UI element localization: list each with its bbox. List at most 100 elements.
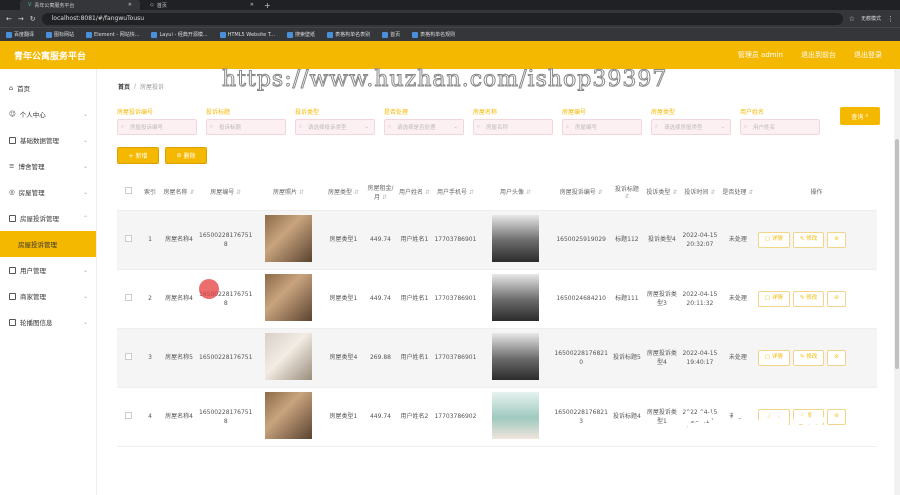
table-cell: 房屋名称4 bbox=[161, 387, 197, 447]
browser-tab[interactable]: ◇ 首页 ✕ bbox=[142, 0, 262, 10]
table-cell: 17703786901 bbox=[432, 269, 479, 329]
filter-input[interactable]: ⌕ 房屋名称 bbox=[473, 119, 553, 135]
app-header: 青年公寓服务平台 管理员 admin 退出到前台 退出登录 bbox=[0, 41, 900, 69]
filter-input[interactable]: ⌕ 投诉标题 bbox=[206, 119, 286, 135]
sidebar-item-house[interactable]: ◎ 房屋管理 ⌄ bbox=[0, 179, 96, 205]
table-cell: 449.74 bbox=[364, 387, 397, 447]
house-photo bbox=[254, 328, 323, 388]
column-header[interactable]: 是否处理 ⇵ bbox=[719, 174, 756, 211]
delete-button[interactable]: ⊘ 删除 bbox=[165, 147, 207, 164]
breadcrumb-home[interactable]: 首页 bbox=[118, 82, 130, 91]
detail-button[interactable]: ▢ 详情 bbox=[757, 290, 790, 307]
bookmark-item[interactable]: 表格构单名表别 bbox=[327, 31, 370, 38]
logout-link[interactable]: 退出登录 bbox=[854, 50, 882, 60]
bookmark-item[interactable]: 搜索壁纸 bbox=[287, 31, 315, 38]
filter-input[interactable]: ⌕ 请选择房屋类型 ⌄ bbox=[651, 119, 731, 135]
exit-to-front-link[interactable]: 退出到前台 bbox=[801, 50, 836, 60]
bookmark-item[interactable]: Element - 网站快... bbox=[86, 31, 139, 38]
delete-row-button[interactable]: ⊘ bbox=[827, 408, 846, 425]
row-checkbox[interactable] bbox=[117, 269, 139, 329]
table-cell: 1650025919029 bbox=[552, 210, 610, 270]
search-icon: ⌕ bbox=[655, 123, 659, 130]
row-checkbox[interactable] bbox=[117, 328, 139, 388]
column-header[interactable]: 投诉时间 ⇵ bbox=[679, 174, 720, 211]
row-checkbox[interactable] bbox=[117, 210, 139, 270]
delete-row-button[interactable]: ⊘ bbox=[827, 349, 846, 366]
column-header[interactable]: 房屋类型 ⇵ bbox=[322, 174, 365, 211]
building-icon: ◎ bbox=[9, 188, 15, 196]
column-header[interactable]: 房屋名称 ⇵ bbox=[161, 174, 197, 211]
table-row[interactable]: 1 房屋名称4 16500228176751 8 房屋类型1 449.74 用户姓名1 17… bbox=[117, 210, 877, 270]
sidebar-item-users[interactable]: 用户管理 ⌄ bbox=[0, 257, 96, 283]
doc-icon: ▢ bbox=[764, 236, 772, 242]
sidebar-item-home[interactable]: ⌂ 首页 bbox=[0, 75, 96, 101]
detail-button[interactable]: ▢ 详情 bbox=[757, 231, 790, 248]
table-row[interactable]: 2 房屋名称4 16500228176751 8 房屋类型1 449.74 用户姓名1 17… bbox=[117, 269, 877, 329]
edit-button[interactable]: ✎ 修改 bbox=[792, 231, 825, 248]
column-header[interactable]: 投诉类型 ⇵ bbox=[643, 174, 680, 211]
delete-row-button[interactable]: ⊘ bbox=[827, 290, 846, 307]
chevron-down-icon: ⌄ bbox=[82, 162, 88, 170]
table-cell: 2022-04-15 20:32:07 bbox=[679, 210, 720, 270]
forward-icon[interactable]: → bbox=[18, 15, 24, 23]
filter-input[interactable]: ⌕ 房屋编号 bbox=[562, 119, 642, 135]
column-header[interactable]: 操作 bbox=[755, 174, 877, 211]
sidebar-item-complaints[interactable]: 房屋投诉管理 ⌃ bbox=[0, 205, 96, 231]
table-cell: 1650024684210 bbox=[552, 269, 610, 329]
column-header[interactable]: 用户头像 ⇵ bbox=[478, 174, 553, 211]
bookmark-item[interactable]: HTML5 Website T... bbox=[219, 31, 275, 38]
star-icon[interactable]: ☆ bbox=[849, 15, 855, 23]
url-input[interactable]: localhost:8081/#/fangwuTousu bbox=[41, 12, 843, 25]
filter-input[interactable]: ⌕ 请选择是否处理 ⌄ bbox=[384, 119, 464, 135]
select-all-checkbox[interactable] bbox=[117, 174, 139, 211]
column-header[interactable]: 房屋照片 ⇵ bbox=[254, 174, 323, 211]
sidebar-item-profile[interactable]: ☺ 个人中心 ⌄ bbox=[0, 101, 96, 127]
table-row[interactable]: 3 房屋名称5 16500228176751 房屋类型4 269.88 用户姓名1 1770… bbox=[117, 328, 877, 388]
table-cell: 房屋投诉类型3 bbox=[643, 269, 680, 329]
bookmark-item[interactable]: 图标网站 bbox=[46, 31, 74, 38]
sort-icon: ⇵ bbox=[748, 189, 754, 197]
sidebar-item-merchants[interactable]: 商家管理 ⌄ bbox=[0, 283, 96, 309]
sort-icon: ⇵ bbox=[468, 189, 474, 197]
bookmark-item[interactable]: Layui - 经典开源模... bbox=[151, 31, 208, 38]
sidebar-item-banners[interactable]: 轮播图信息 ⌄ bbox=[0, 309, 96, 335]
chevron-down-icon: ⌄ bbox=[82, 110, 88, 118]
filter-input[interactable]: ⌕ 请选择投诉类型 ⌄ bbox=[295, 119, 375, 135]
bookmark-item[interactable]: 首页 bbox=[382, 31, 400, 38]
bookmark-item[interactable]: 百度翻译 bbox=[6, 31, 34, 38]
filter-input[interactable]: ⌕ 房屋投诉编号 bbox=[117, 119, 197, 135]
filter-input[interactable]: ⌕ 用户姓名 bbox=[740, 119, 820, 135]
column-header[interactable]: 房屋租金/月 ⇵ bbox=[364, 174, 397, 211]
close-icon[interactable]: ✕ bbox=[128, 2, 132, 8]
column-header[interactable]: 索引 bbox=[139, 174, 161, 211]
profile-label[interactable]: 无痕模式 bbox=[861, 15, 881, 22]
detail-button[interactable]: ▢ 详情 bbox=[757, 349, 790, 366]
search-button[interactable]: 查询 ⌕ bbox=[840, 107, 880, 125]
chevron-down-icon: ⌄ bbox=[82, 266, 88, 274]
sidebar-item-base-data[interactable]: 基础数据管理 ⌄ bbox=[0, 127, 96, 153]
column-header[interactable]: 房屋投诉编号 ⇵ bbox=[552, 174, 610, 211]
row-checkbox[interactable] bbox=[117, 387, 139, 447]
trash-icon: ⊘ bbox=[834, 295, 839, 301]
bookmark-icon bbox=[412, 31, 419, 38]
back-icon[interactable]: ← bbox=[6, 15, 12, 23]
add-button[interactable]: + 新增 bbox=[117, 147, 159, 164]
close-icon[interactable]: ✕ bbox=[250, 2, 254, 8]
sidebar-item-dorm[interactable]: ≡ 博舍管理 ⌄ bbox=[0, 153, 96, 179]
menu-icon[interactable]: ⋮ bbox=[887, 15, 894, 23]
edit-button[interactable]: ✎ 修改 bbox=[792, 290, 825, 307]
browser-tab[interactable]: V 青年公寓服务平台 ✕ bbox=[20, 0, 140, 10]
column-header[interactable]: 用户姓名 ⇵ bbox=[396, 174, 433, 211]
user-icon bbox=[9, 266, 16, 274]
search-icon: ⌕ bbox=[210, 123, 214, 130]
reload-icon[interactable]: ↻ bbox=[30, 15, 36, 23]
scrollbar[interactable] bbox=[894, 69, 900, 495]
edit-button[interactable]: ✎ 修改 bbox=[792, 349, 825, 366]
delete-row-button[interactable]: ⊘ bbox=[827, 231, 846, 248]
column-header[interactable]: 用户手机号 ⇵ bbox=[432, 174, 479, 211]
new-tab-button[interactable]: + bbox=[264, 1, 271, 10]
column-header[interactable]: 投诉标题 ⇵ bbox=[609, 174, 644, 211]
bookmark-item[interactable]: 表格构单名规则 bbox=[412, 31, 455, 38]
column-header[interactable]: 房屋编号 ⇵ bbox=[197, 174, 255, 211]
sidebar-item-complaints-sub[interactable]: 房屋投诉管理 bbox=[0, 231, 96, 257]
